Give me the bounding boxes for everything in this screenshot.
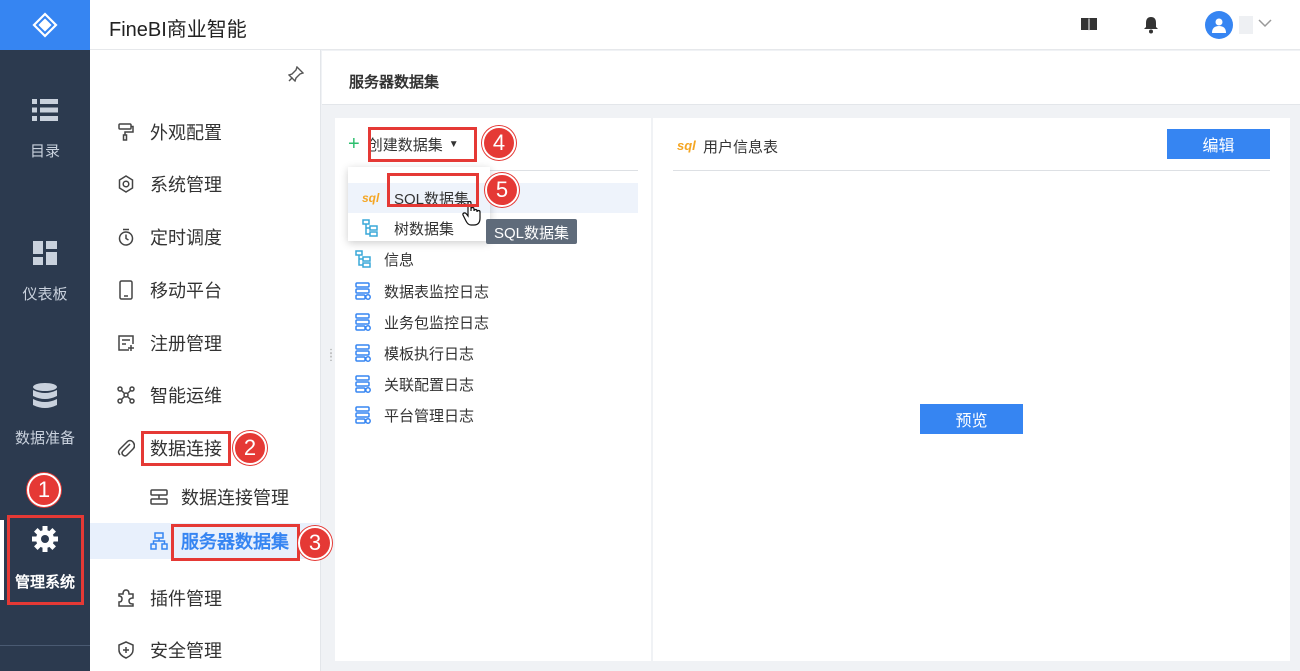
tree-item[interactable]: 模板执行日志 [355,341,474,365]
tree-item[interactable]: 业务包监控日志 [355,310,489,334]
rail-item-data-prep[interactable]: 数据准备 [0,383,90,448]
dataset-icon [150,532,168,550]
app-title: FineBI商业智能 [109,19,247,41]
annotation-box [141,431,231,466]
puzzle-icon [118,589,134,607]
db-table-icon [355,313,371,331]
pin-icon[interactable] [288,66,304,82]
tooltip: SQL数据集 [486,219,578,244]
rail-divider [0,645,90,646]
tree-icon [362,219,378,237]
book-icon[interactable] [1080,16,1098,32]
page-title: 服务器数据集 [349,74,440,91]
menu-label: 智能运维 [150,386,222,406]
tree-item[interactable]: 关联配置日志 [355,372,474,396]
db-table-icon [355,406,371,424]
tree-item-label: 数据表监控日志 [384,283,490,301]
menu-label: 插件管理 [150,589,222,609]
rail-item-catalog[interactable]: 目录 [0,98,90,161]
annotation-box [368,127,477,162]
paperclip-icon [117,439,135,457]
top-header: FineBI商业智能 [90,0,1300,50]
tree-item-label: 信息 [384,251,415,269]
register-icon [118,335,134,351]
dataset-detail-panel: sql 用户信息表 编辑 预览 [653,118,1290,661]
user-avatar[interactable] [1205,11,1233,39]
menu-label: 注册管理 [150,334,222,354]
mobile-icon [119,280,133,300]
annotation-badge: 1 [27,473,61,507]
menu-item-register[interactable]: 注册管理 [90,323,321,363]
menu-item-ops[interactable]: 智能运维 [90,375,321,415]
list-icon [32,99,58,121]
menu-item-appearance[interactable]: 外观配置 [90,112,321,152]
sql-icon: sql [362,191,380,205]
menu-label: 安全管理 [150,641,222,661]
db-table-icon [355,344,371,362]
divider [673,170,1270,171]
menu-item-system[interactable]: 系统管理 [90,164,321,204]
dashboard-icon [33,241,57,265]
logo[interactable] [0,0,90,50]
tree-item-label: 业务包监控日志 [384,314,490,332]
menu-item-schedule[interactable]: 定时调度 [90,217,321,257]
rail-label: 仪表板 [22,286,68,303]
preview-button[interactable]: 预览 [920,404,1023,434]
chevron-down-icon[interactable] [1258,18,1272,28]
rail-label: 数据准备 [14,430,75,447]
annotation-badge: 4 [482,126,516,160]
annotation-badge: 5 [485,173,519,207]
db-table-icon [355,375,371,393]
annotation-box [171,524,300,561]
dataset-title: 用户信息表 [703,139,779,156]
settings-icon [118,175,134,193]
shield-icon [118,641,134,659]
menu-label: 移动平台 [150,281,222,301]
menu-item-mobile[interactable]: 移动平台 [90,270,321,310]
annotation-badge: 2 [233,431,267,465]
finebi-logo-icon [32,12,58,38]
annotation-badge: 3 [298,526,332,560]
edit-button[interactable]: 编辑 [1167,129,1270,159]
tree-item-label: 平台管理日志 [384,407,475,425]
tree-icon [355,250,371,268]
tree-item[interactable]: 信息 [355,247,414,271]
sql-icon: sql [677,138,696,153]
menu-label: 外观配置 [150,123,222,143]
rail-item-dashboard[interactable]: 仪表板 [0,241,90,304]
tree-item[interactable]: 数据表监控日志 [355,279,489,303]
menu-label: 系统管理 [150,175,222,195]
annotation-box [7,515,84,605]
plus-icon: + [348,133,360,155]
dropdown-item-label: 树数据集 [394,220,455,238]
rail-label: 目录 [29,143,60,160]
menu-item-plugins[interactable]: 插件管理 [90,578,321,618]
database-icon [33,383,57,408]
user-name-blurred[interactable] [1239,16,1253,34]
annotation-box [387,173,479,207]
menu-label: 定时调度 [150,228,222,248]
connection-icon [150,489,168,505]
db-table-icon [355,282,371,300]
tree-item[interactable]: 平台管理日志 [355,403,474,427]
tree-item-label: 模板执行日志 [384,345,475,363]
page-header: 服务器数据集 [322,51,1300,105]
user-icon [1212,18,1226,33]
timer-icon [118,228,134,246]
network-icon [117,386,135,404]
sub-item-label: 数据连接管理 [181,488,289,508]
sub-item-connection-manage[interactable]: 数据连接管理 [90,479,321,515]
menu-item-security[interactable]: 安全管理 [90,630,321,670]
admin-sidebar: 外观配置 系统管理 定时调度 移动平台 注册管理 智能运维 数据连接 数据连接管… [90,50,321,671]
tree-item-label: 关联配置日志 [384,376,475,394]
bell-icon[interactable] [1143,16,1159,34]
paint-roller-icon [118,123,134,141]
